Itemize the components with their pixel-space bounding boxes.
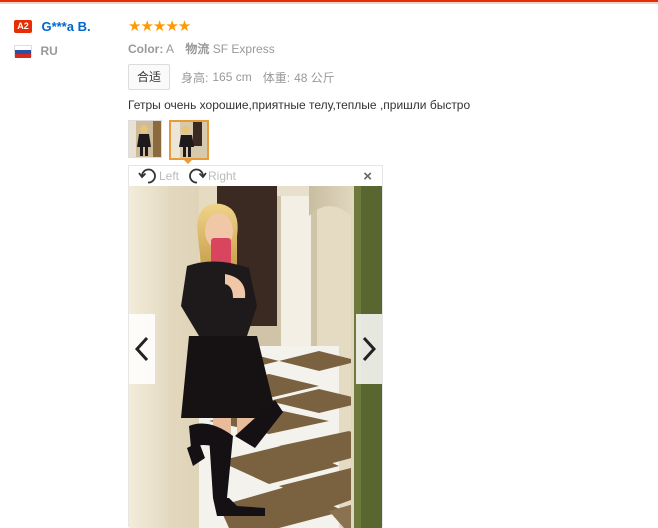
shipping-value: SF Express <box>212 42 275 56</box>
rotate-left-button[interactable]: Left <box>138 166 179 186</box>
weight-value: 48 公斤 <box>294 70 335 85</box>
top-divider-shadow <box>0 2 658 4</box>
reviewer-country: RU <box>14 42 124 58</box>
next-photo-button[interactable] <box>356 314 382 384</box>
country-code: RU <box>40 43 58 58</box>
close-icon[interactable]: × <box>363 168 372 185</box>
rotate-left-label: Left <box>159 169 180 183</box>
order-attributes: Color: A 物流 SF Express <box>128 40 648 57</box>
height-value: 165 cm <box>212 70 252 84</box>
rotate-right-icon <box>189 168 207 184</box>
rotate-right-label: Right <box>208 169 237 183</box>
buyer-level-badge: A2 <box>14 20 32 34</box>
thumbnail-1[interactable] <box>128 120 162 158</box>
rotate-right-button[interactable]: Right <box>187 166 236 186</box>
feedback-text: Гетры очень хорошие,приятные телу,теплые… <box>128 98 471 112</box>
review-photo-image <box>129 186 382 528</box>
color-label: Color: <box>128 42 164 56</box>
photo-viewer: Left Right × <box>128 165 383 528</box>
color-value: A <box>166 42 175 56</box>
thumbnail-2[interactable] <box>169 120 209 160</box>
review-body: ★★★★★ Color: A 物流 SF Express 合适 身高: 165 … <box>128 18 648 112</box>
top-divider <box>0 0 658 4</box>
fit-row: 合适 身高: 165 cm 体重: 48 公斤 <box>128 64 648 90</box>
rotate-left-icon <box>138 168 156 184</box>
selected-thumbnail-pointer <box>182 158 194 164</box>
chevron-right-icon <box>362 336 377 362</box>
review-photo <box>129 186 382 528</box>
chevron-left-icon <box>134 336 149 362</box>
reviewer-name[interactable]: G***a B. <box>41 19 90 34</box>
previous-photo-button[interactable] <box>129 314 155 384</box>
fit-tag: 合适 <box>128 64 171 90</box>
viewer-toolbar: Left Right × <box>129 166 382 186</box>
russia-flag-icon <box>14 44 32 58</box>
star-rating: ★★★★★ <box>128 18 191 35</box>
reviewer-info: A2 G***a B. RU <box>14 18 124 58</box>
height-label: 身高: <box>181 70 209 85</box>
weight-label: 体重: <box>262 70 291 85</box>
shipping-label: 物流 <box>185 42 210 56</box>
